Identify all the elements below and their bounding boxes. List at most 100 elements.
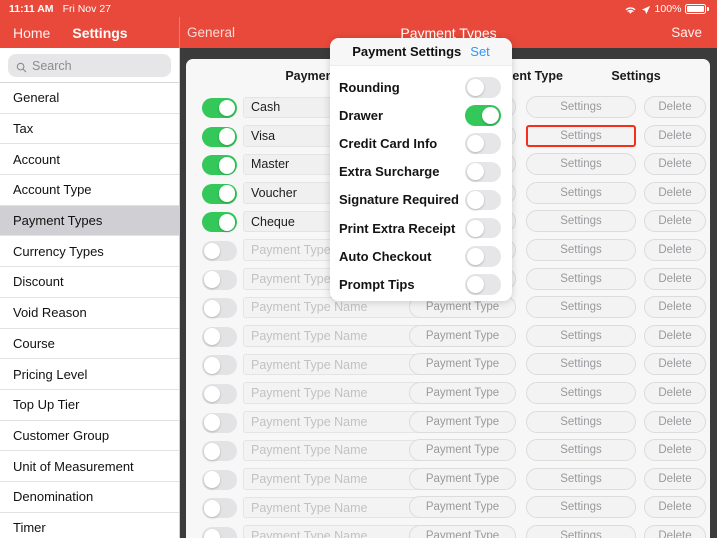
payment-type-button[interactable]: Payment Type bbox=[409, 524, 516, 538]
modal-option-toggle[interactable] bbox=[465, 161, 501, 183]
row-delete-button[interactable]: Delete bbox=[644, 439, 706, 462]
sidebar-item-label: Unit of Measurement bbox=[13, 458, 134, 474]
search-input[interactable]: Search bbox=[8, 54, 171, 77]
payment-type-button[interactable]: Payment Type bbox=[409, 496, 516, 519]
row-settings-button[interactable]: Settings bbox=[526, 210, 636, 233]
row-enable-toggle[interactable] bbox=[202, 126, 237, 147]
row-delete-button[interactable]: Delete bbox=[644, 353, 706, 376]
sidebar-item-label: Course bbox=[13, 335, 55, 351]
payment-type-button[interactable]: Payment Type bbox=[409, 467, 516, 490]
row-settings-button[interactable]: Settings bbox=[526, 467, 636, 490]
row-settings-button[interactable]: Settings bbox=[526, 238, 636, 261]
sidebar-item-pricing-level[interactable]: Pricing Level bbox=[0, 359, 179, 390]
row-enable-toggle[interactable] bbox=[202, 298, 237, 319]
status-bar-right: 100% bbox=[624, 3, 717, 15]
row-delete-button[interactable]: Delete bbox=[644, 153, 706, 176]
payment-type-button[interactable]: Payment Type bbox=[409, 410, 516, 433]
row-settings-button[interactable]: Settings bbox=[526, 410, 636, 433]
row-settings-button[interactable]: Settings bbox=[526, 439, 636, 462]
sidebar-item-tax[interactable]: Tax bbox=[0, 113, 179, 145]
row-enable-toggle[interactable] bbox=[202, 212, 237, 233]
row-settings-button[interactable]: Settings bbox=[526, 524, 636, 538]
table-row: Payment Type NamePayment TypeSettingsDel… bbox=[186, 436, 710, 465]
row-enable-toggle[interactable] bbox=[202, 526, 237, 538]
row-delete-button[interactable]: Delete bbox=[644, 267, 706, 290]
modal-option-toggle[interactable] bbox=[465, 217, 501, 239]
modal-option-row: Print Extra Receipt bbox=[330, 214, 512, 242]
sidebar-item-label: Currency Types bbox=[13, 243, 104, 259]
row-settings-button[interactable]: Settings bbox=[526, 153, 636, 176]
payment-type-button[interactable]: Payment Type bbox=[409, 353, 516, 376]
modal-option-toggle[interactable] bbox=[465, 77, 501, 98]
row-enable-toggle[interactable] bbox=[202, 183, 237, 204]
row-enable-toggle[interactable] bbox=[202, 412, 237, 433]
sidebar-item-denomination[interactable]: Denomination bbox=[0, 481, 179, 513]
row-delete-button[interactable]: Delete bbox=[644, 324, 706, 347]
modal-header: Payment Settings Set bbox=[330, 38, 512, 66]
row-settings-button[interactable]: Settings bbox=[526, 496, 636, 519]
sidebar-item-label: Pricing Level bbox=[13, 366, 88, 382]
row-delete-button[interactable]: Delete bbox=[644, 410, 706, 433]
row-enable-toggle[interactable] bbox=[202, 469, 237, 490]
row-delete-button[interactable]: Delete bbox=[644, 524, 706, 538]
row-enable-toggle[interactable] bbox=[202, 240, 237, 261]
payment-type-button[interactable]: Payment Type bbox=[409, 439, 516, 462]
table-row: Payment Type NamePayment TypeSettingsDel… bbox=[186, 350, 710, 379]
row-settings-button[interactable]: Settings bbox=[526, 181, 636, 204]
row-delete-button[interactable]: Delete bbox=[644, 181, 706, 204]
sidebar-item-label: Denomination bbox=[13, 489, 94, 505]
sidebar-item-label: Customer Group bbox=[13, 427, 110, 443]
row-delete-button[interactable]: Delete bbox=[644, 296, 706, 319]
modal-option-row: Drawer bbox=[330, 101, 512, 129]
row-settings-button[interactable]: Settings bbox=[526, 353, 636, 376]
sidebar-item-timer[interactable]: Timer bbox=[0, 512, 179, 538]
sidebar-item-top-up-tier[interactable]: Top Up Tier bbox=[0, 389, 179, 421]
row-settings-button[interactable]: Settings bbox=[526, 124, 636, 147]
sidebar-item-payment-types[interactable]: Payment Types bbox=[0, 205, 179, 237]
status-bar: 11:11 AM Fri Nov 27 100% bbox=[0, 0, 717, 17]
row-settings-button[interactable]: Settings bbox=[526, 96, 636, 118]
sidebar-item-account[interactable]: Account bbox=[0, 144, 179, 176]
row-settings-button[interactable]: Settings bbox=[526, 381, 636, 404]
payment-type-button[interactable]: Payment Type bbox=[409, 324, 516, 347]
modal-option-toggle[interactable] bbox=[465, 189, 501, 211]
modal-option-toggle[interactable] bbox=[465, 133, 501, 154]
save-button[interactable]: Save bbox=[671, 25, 702, 40]
sidebar-item-void-reason[interactable]: Void Reason bbox=[0, 297, 179, 329]
row-delete-button[interactable]: Delete bbox=[644, 124, 706, 147]
search-icon bbox=[16, 60, 27, 73]
sidebar-item-unit-of-measurement[interactable]: Unit of Measurement bbox=[0, 451, 179, 482]
row-delete-button[interactable]: Delete bbox=[644, 467, 706, 490]
sidebar-item-currency-types[interactable]: Currency Types bbox=[0, 236, 179, 268]
sidebar-item-label: Account Type bbox=[13, 182, 92, 198]
sidebar-item-general[interactable]: General bbox=[0, 83, 179, 114]
row-enable-toggle[interactable] bbox=[202, 326, 237, 347]
modal-set-button[interactable]: Set bbox=[470, 44, 490, 59]
payment-type-button[interactable]: Payment Type bbox=[409, 381, 516, 404]
sidebar-item-customer-group[interactable]: Customer Group bbox=[0, 420, 179, 452]
row-enable-toggle[interactable] bbox=[202, 441, 237, 462]
modal-option-label: Signature Required bbox=[339, 192, 459, 208]
row-settings-button[interactable]: Settings bbox=[526, 296, 636, 319]
row-enable-toggle[interactable] bbox=[202, 498, 237, 519]
row-delete-button[interactable]: Delete bbox=[644, 238, 706, 261]
sidebar-item-account-type[interactable]: Account Type bbox=[0, 175, 179, 206]
row-delete-button[interactable]: Delete bbox=[644, 210, 706, 233]
modal-option-toggle[interactable] bbox=[465, 274, 501, 295]
table-row: Payment Type NamePayment TypeSettingsDel… bbox=[186, 379, 710, 408]
row-enable-toggle[interactable] bbox=[202, 355, 237, 376]
row-settings-button[interactable]: Settings bbox=[526, 324, 636, 347]
row-enable-toggle[interactable] bbox=[202, 155, 237, 176]
modal-option-toggle[interactable] bbox=[465, 105, 501, 126]
row-settings-button[interactable]: Settings bbox=[526, 267, 636, 290]
row-delete-button[interactable]: Delete bbox=[644, 381, 706, 404]
row-enable-toggle[interactable] bbox=[202, 383, 237, 404]
row-enable-toggle[interactable] bbox=[202, 98, 237, 118]
modal-option-toggle[interactable] bbox=[465, 246, 501, 267]
sidebar-item-course[interactable]: Course bbox=[0, 328, 179, 360]
sidebar-item-discount[interactable]: Discount bbox=[0, 267, 179, 298]
row-enable-toggle[interactable] bbox=[202, 269, 237, 290]
row-delete-button[interactable]: Delete bbox=[644, 96, 706, 118]
nav-home-button[interactable]: Home bbox=[13, 25, 50, 41]
row-delete-button[interactable]: Delete bbox=[644, 496, 706, 519]
